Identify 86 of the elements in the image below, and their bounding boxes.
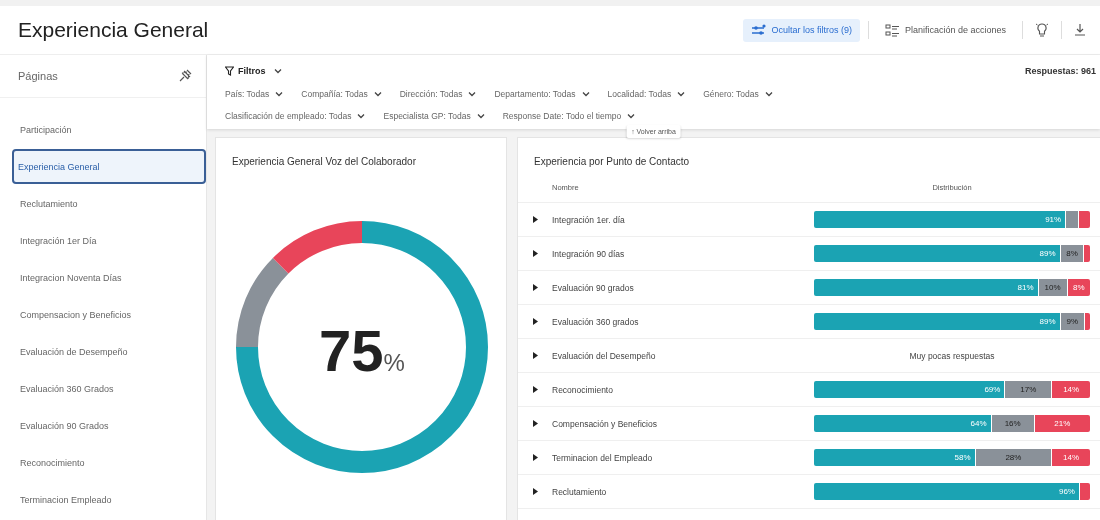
bar-segment: 14% [1051,381,1090,398]
sidebar-item[interactable]: Integración 1er Día [0,223,206,258]
gauge-value: 75 [319,318,384,383]
bar-segment: 91% [814,211,1066,228]
chevron-down-icon [468,91,477,97]
filter-dropdown[interactable]: Dirección: Todas [399,89,477,99]
chevron-down-icon [273,68,282,74]
bar-segment: 81% [814,279,1038,296]
filter-dropdown[interactable]: Género: Todas [703,89,773,99]
row-name: Terminacion del Empleado [552,452,654,463]
sidebar-item[interactable]: Participación [0,112,206,147]
row-name: Evaluación 360 grados [552,316,640,327]
bar-segment [1083,313,1090,330]
bar-segment: 96% [814,483,1079,500]
gauge-unit: % [383,349,405,376]
bar-segment: 89% [814,313,1060,330]
chevron-down-icon [476,113,485,119]
hide-filters-button[interactable]: Ocultar los filtros (9) [743,18,860,42]
expand-caret-icon [532,318,538,325]
expand-caret-icon [532,216,538,223]
row-name: Integración 90 días [552,248,626,259]
expand-caret-icon [532,352,538,359]
list-icon [884,23,900,37]
chevron-down-icon [627,113,636,119]
bar-segment: 28% [974,449,1052,466]
sliders-icon [751,23,767,37]
card-title: Experiencia General Voz del Colaborador [231,155,417,167]
bar-segment: 14% [1051,449,1090,466]
sidebar-item[interactable]: Reconocimiento [0,445,206,480]
action-planning-button[interactable]: Planificación de acciones [876,18,1014,42]
chevron-down-icon [764,91,773,97]
bar-segment [1083,245,1090,262]
bar-segment: 58% [814,449,975,466]
expand-caret-icon [532,250,538,257]
filter-dropdown[interactable]: Departamento: Todas [494,89,590,99]
bar-segment: 21% [1033,415,1090,432]
chevron-down-icon [357,113,366,119]
row-name: Integración 1er. día [552,214,626,225]
bar-segment: 8% [1066,279,1090,296]
filter-dropdown[interactable]: País: Todas [225,89,284,99]
bar-segment: 8% [1059,245,1084,262]
bar-segment: 89% [814,245,1060,262]
sidebar-item[interactable]: Compensacion y Beneficios [0,297,206,332]
page-title: Experiencia General [18,18,209,42]
bar-segment: 16% [990,415,1034,432]
chevron-down-icon [373,91,382,97]
bar-segment: 10% [1037,279,1067,296]
sidebar-item[interactable]: Evaluación 90 Grados [0,408,206,443]
status-note: Muy pocas respuestas [909,350,995,361]
expand-caret-icon [532,420,538,427]
filter-dropdown[interactable]: Compañía: Todas [301,89,382,99]
expand-caret-icon [532,488,538,495]
lightbulb-icon [1035,22,1049,38]
sidebar-item[interactable]: Terminacion Empleado [0,482,206,517]
row-name: Reclutamiento [552,486,608,497]
chevron-down-icon [581,91,590,97]
responses-count: Respuestas: 961 [1024,66,1096,76]
bar-segment: 17% [1004,381,1052,398]
row-name: Evaluación del Desempeño [552,350,657,361]
filter-dropdown[interactable]: Response Date: Todo el tiempo [502,111,636,121]
sidebar-item[interactable]: Integracion Noventa Días [0,260,206,295]
expand-caret-icon [532,284,538,291]
bar-segment: 64% [814,415,991,432]
filter-dropdown[interactable]: Especialista GP: Todas [383,111,485,121]
bar-segment: 9% [1059,313,1084,330]
sidebar-item[interactable]: Experiencia General [12,149,206,184]
sidebar-item[interactable]: Reclutamiento [0,186,206,221]
filter-dropdown[interactable]: Localidad: Todas [607,89,686,99]
chevron-down-icon [275,91,284,97]
bar-segment [1065,211,1078,228]
sidebar-item[interactable]: Evaluación 360 Grados [0,371,206,406]
row-name: Evaluación 90 grados [552,282,635,293]
funnel-icon [225,66,234,76]
filter-dropdown[interactable]: Clasificación de empleado: Todas [225,111,366,121]
row-name: Reconocimiento [552,384,614,395]
pin-icon [178,69,192,83]
filters-button[interactable]: Filtros [225,66,266,76]
download-icon [1074,23,1086,37]
expand-caret-icon [532,386,538,393]
bar-segment: 69% [814,381,1005,398]
card-title: Experiencia por Punto de Contacto [533,155,691,167]
chevron-down-icon [677,91,686,97]
row-name: Compensación y Beneficios [552,418,658,429]
sidebar-title: Páginas [18,70,58,82]
expand-caret-icon [532,454,538,461]
sidebar-item[interactable]: Evaluación de Desempeño [0,334,206,369]
